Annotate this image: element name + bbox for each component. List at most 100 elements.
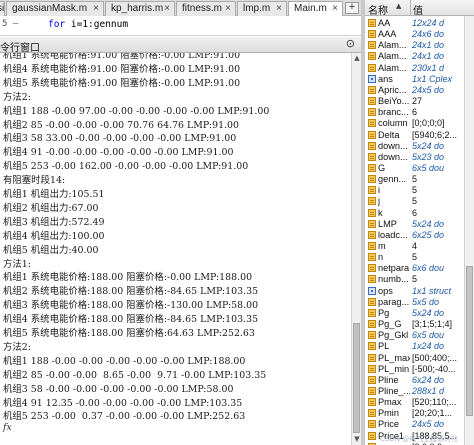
output-line: 机组1 系统电能价格:188.00 阻塞价格:-0.00 LMP:188.00 — [3, 272, 253, 284]
variable-name: Alam... — [378, 51, 407, 62]
output-line: 机组1 机组出力:105.51 — [3, 189, 105, 200]
workspace-row[interactable]: ops 1x1 struct — [365, 286, 474, 297]
workspace-row[interactable]: k6 — [365, 208, 474, 219]
variable-value: 6x5 dou — [412, 330, 445, 341]
workspace-row[interactable]: column [0;0;0;0] — [365, 118, 474, 129]
workspace-row[interactable]: j5 — [365, 196, 474, 207]
column-divider[interactable] — [410, 0, 411, 16]
workspace-row[interactable]: Price 24x5 do — [365, 419, 474, 430]
workspace-row[interactable]: netpara 6x6 dou — [365, 263, 474, 274]
variable-name: BeiYo... — [378, 96, 410, 107]
workspace-row[interactable]: Alam... 24x1 do — [365, 51, 474, 62]
variable-value: [520;110;... — [412, 397, 457, 408]
workspace-row[interactable]: numb... 5 — [365, 274, 474, 285]
workspace-row[interactable]: G 6x5 dou — [365, 163, 474, 174]
variable-name: n — [378, 252, 384, 263]
editor-code-area[interactable]: 5 — for i=1:gennum — [0, 16, 361, 36]
command-window-title: 令行窗口 — [0, 43, 40, 54]
variable-name: i — [378, 185, 381, 196]
variable-value: 24x1 do — [412, 40, 445, 51]
variable-value: 5x24 do — [412, 140, 445, 151]
output-line: 方法2: — [3, 341, 31, 353]
tab-3[interactable]: kp_harris.m × — [105, 1, 175, 16]
variable-value: 5 — [412, 196, 418, 207]
tab-1[interactable]: ssian.m× — [0, 1, 5, 16]
workspace-row[interactable]: m4 — [365, 241, 474, 252]
panel-actions-icon[interactable]: ⊙ — [346, 37, 355, 50]
workspace-header: 名称 ▲ 值 — [365, 0, 474, 17]
variable-name: Alam... — [378, 40, 407, 51]
close-icon[interactable]: × — [93, 2, 99, 15]
workspace-row[interactable]: Apric... 24x5 do — [365, 85, 474, 96]
variable-name: PL — [378, 341, 390, 352]
scrollbar-thumb[interactable] — [466, 266, 473, 416]
code-line[interactable]: for i=1:gennum — [48, 19, 128, 30]
workspace-row[interactable]: Pmin [20;20;1... — [365, 408, 474, 419]
workspace-row[interactable]: down... 5x24 do — [365, 141, 474, 152]
workspace-row[interactable]: parag... 5x5 do — [365, 297, 474, 308]
workspace-row[interactable]: branc... 6 — [365, 107, 474, 118]
variable-name: Pline_... — [378, 385, 410, 396]
variable-name: Alam... — [378, 62, 407, 73]
workspace-row[interactable]: loadc... 6x25 do — [365, 230, 474, 241]
workspace-row[interactable]: down... 5x23 do — [365, 152, 474, 163]
workspace-scrollbar[interactable] — [464, 16, 474, 445]
workspace-row[interactable]: Pg_G [3;1;5;1;4] — [365, 319, 474, 330]
workspace-row[interactable]: AAA 24x6 do — [365, 29, 474, 40]
tab-6[interactable]: Main.m × — [288, 1, 343, 17]
workspace-row[interactable]: Alam... 24x1 do — [365, 40, 474, 51]
scrollbar-thumb[interactable] — [353, 323, 360, 433]
output-line: 机组5 253 -0.00 162.00 -0.00 -0.00 -0.00 L… — [3, 161, 249, 173]
variable-name: Pmin — [378, 408, 399, 419]
line-number: 5 — — [2, 19, 19, 29]
close-icon[interactable]: × — [276, 2, 282, 15]
workspace-row[interactable]: PL 1x24 do — [365, 341, 474, 352]
matrix-variable-icon — [368, 197, 376, 206]
matrix-variable-icon — [368, 130, 376, 139]
command-window-scrollbar[interactable]: ▲ ▼ — [351, 53, 361, 445]
close-icon[interactable]: × — [332, 2, 338, 15]
workspace-row[interactable]: i5 — [365, 185, 474, 196]
close-icon[interactable]: × — [164, 2, 170, 15]
column-header-name[interactable]: 名称 — [368, 2, 388, 17]
workspace-row[interactable]: BeiYo... 27 — [365, 96, 474, 107]
workspace-row[interactable]: PL_max [500;400;... — [365, 353, 474, 364]
variable-value: 12x24 d — [412, 18, 445, 28]
workspace-row[interactable]: n5 — [365, 252, 474, 263]
workspace-row[interactable]: AA 12x24 d — [365, 18, 474, 29]
workspace-row[interactable]: Pg 5x24 do — [365, 308, 474, 319]
column-header-value[interactable]: 值 — [413, 2, 423, 17]
tab-4[interactable]: fitness.m × — [176, 1, 236, 16]
workspace-row[interactable]: ans 1x1 Cplex — [365, 74, 474, 85]
add-tab-icon[interactable]: + — [345, 2, 359, 14]
workspace-row[interactable]: Delta [5940;6;2... — [365, 130, 474, 141]
struct-variable-icon — [368, 286, 376, 295]
scroll-down-icon[interactable]: ▼ — [353, 435, 361, 443]
matrix-variable-icon — [368, 253, 376, 262]
variable-value: 6x6 dou — [412, 263, 445, 274]
workspace-row[interactable]: Pline 6x24 do — [365, 375, 474, 386]
workspace-row[interactable]: Pg_Gkl 6x5 dou — [365, 330, 474, 341]
tab-2[interactable]: gaussianMask.m × — [6, 1, 104, 16]
output-line: 机组1 系统电能价格:91.00 阻塞价格:-0.00 LMP:91.00 — [3, 53, 241, 61]
workspace-row[interactable]: Pmax [520;110;... — [365, 397, 474, 408]
matrix-variable-icon — [368, 30, 376, 39]
tab-5[interactable]: lmp.m × — [237, 1, 287, 16]
variable-name: ops — [378, 285, 393, 296]
tab-label: ssian.m — [0, 3, 5, 14]
close-icon[interactable]: × — [225, 2, 231, 15]
matrix-variable-icon — [368, 331, 376, 340]
variable-value: 5 — [412, 185, 418, 196]
sort-ascending-icon[interactable]: ▲ — [396, 2, 401, 10]
variable-name: G — [378, 162, 386, 173]
command-prompt[interactable]: fx — [3, 422, 12, 433]
workspace-row[interactable]: LMP 5x24 do — [365, 219, 474, 230]
workspace-row[interactable]: Pline_... 288x1 d — [365, 386, 474, 397]
variable-name: PL_min — [378, 363, 410, 374]
workspace-row[interactable]: genn... 5 — [365, 174, 474, 185]
workspace-row[interactable]: Alam... 230x1 d — [365, 63, 474, 74]
scroll-up-icon[interactable]: ▲ — [353, 54, 361, 62]
command-window-output[interactable]: 机组1 系统电能价格:91.00 阻塞价格:-0.00 LMP:91.00 机组4… — [0, 53, 351, 445]
variable-value: 230x1 d — [412, 62, 445, 73]
workspace-row[interactable]: PL_min [-500;-40... — [365, 364, 474, 375]
